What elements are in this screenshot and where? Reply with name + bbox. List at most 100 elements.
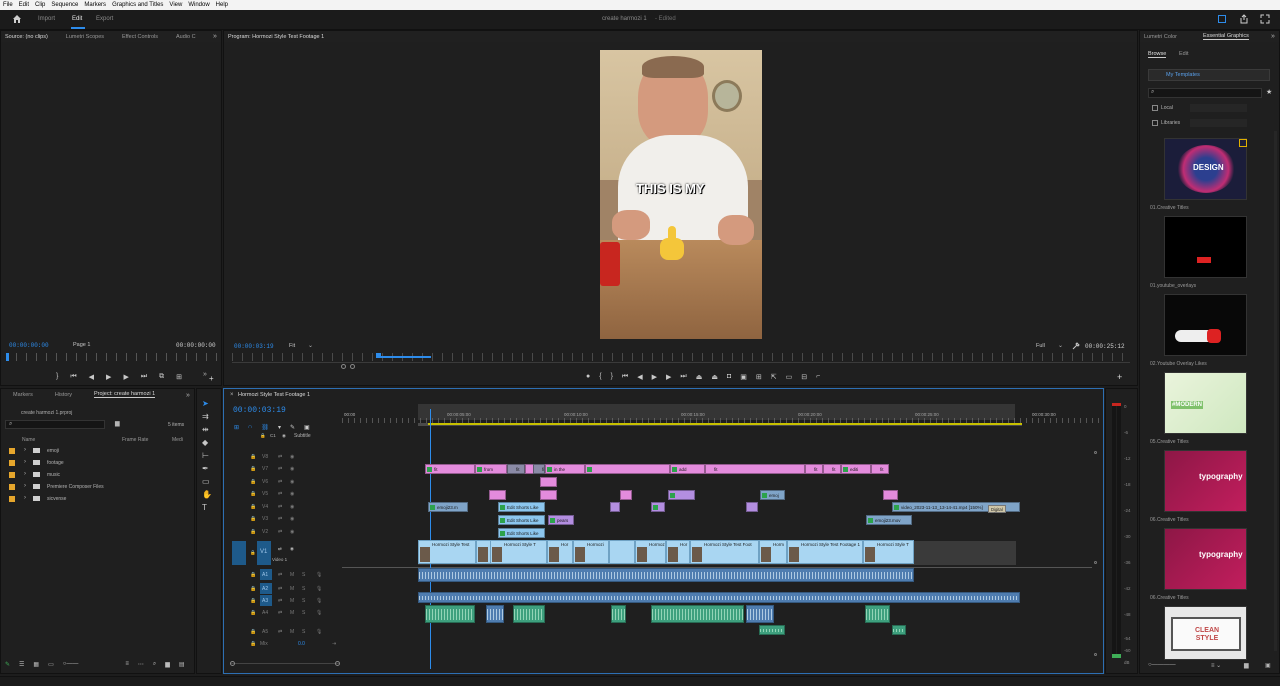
clip-a4[interactable]: [425, 605, 475, 623]
find-icon[interactable]: ⌕: [153, 661, 156, 670]
clip-v1[interactable]: Hor: [547, 540, 573, 564]
tab-program[interactable]: Program: Hormozi Style Test Footage 1: [228, 34, 324, 40]
local-select[interactable]: [1190, 104, 1247, 112]
clip-a5[interactable]: [759, 625, 785, 635]
overwrite-icon[interactable]: ⊞: [176, 373, 182, 383]
tab-essential-graphics[interactable]: Essential Graphics: [1203, 33, 1249, 40]
add-marker-icon[interactable]: ●: [586, 373, 590, 383]
track-scroll-dot[interactable]: [1094, 451, 1097, 454]
clip-v3-emoji[interactable]: emoji23.mov: [866, 515, 912, 525]
clip-text-v7[interactable]: fit: [533, 464, 545, 474]
new-bin-icon[interactable]: ▆: [165, 661, 170, 670]
menu-help[interactable]: Help: [216, 2, 228, 8]
export-frame-icon[interactable]: ⇱: [771, 373, 777, 383]
clip-v5[interactable]: [668, 490, 695, 500]
mark-out-icon[interactable]: }: [611, 373, 613, 383]
clip-v5[interactable]: [489, 490, 506, 500]
clip-v5[interactable]: [540, 490, 557, 500]
timeline-scroll-handle-right[interactable]: [335, 661, 340, 666]
play-icon[interactable]: ▶: [652, 373, 657, 383]
clip-v1[interactable]: [476, 540, 491, 564]
clip-v5[interactable]: [620, 490, 632, 500]
timeline-playhead[interactable]: [430, 409, 431, 669]
menu-markers[interactable]: Markers: [84, 2, 106, 8]
multi-camera-icon[interactable]: ⊞: [756, 373, 762, 383]
settings-wrench-icon[interactable]: ✎: [290, 424, 295, 431]
clip-v4-edit[interactable]: Edit Shorts Like: [498, 502, 545, 512]
template-card[interactable]: typography: [1164, 528, 1247, 590]
slip-tool-icon[interactable]: ⊢: [202, 451, 212, 460]
insert-icon[interactable]: ⧉: [159, 373, 164, 383]
program-timecode[interactable]: 00:00:03:19: [234, 343, 274, 350]
clip-v1[interactable]: Hormozi Style Test Foot: [690, 540, 759, 564]
clip-v4[interactable]: [610, 502, 620, 512]
tab-source[interactable]: Source: (no clips): [5, 34, 48, 40]
icon-view-icon[interactable]: ▦: [33, 661, 39, 670]
list-item[interactable]: › music: [5, 470, 190, 482]
tab-markers[interactable]: Markers: [13, 392, 33, 398]
clip-v5[interactable]: [883, 490, 898, 500]
right-panel-more-icon[interactable]: »: [1271, 33, 1275, 40]
timeline-scroll-handle-left[interactable]: [230, 661, 235, 666]
project-search-input[interactable]: ⌕: [5, 420, 105, 429]
clip-v1[interactable]: Hormozi Style Test Footage 1: [787, 540, 863, 564]
hand-tool-icon[interactable]: ✋: [202, 490, 212, 499]
fit-select[interactable]: Fit: [289, 343, 295, 349]
tab-lumetri-color[interactable]: Lumetri Color: [1144, 34, 1177, 40]
vr-icon[interactable]: ⌐: [816, 373, 820, 383]
pencil-icon[interactable]: ✎: [5, 661, 10, 670]
clip-text-v7[interactable]: from: [475, 464, 507, 474]
clip-text-v7[interactable]: fit: [705, 464, 805, 474]
captions-icon[interactable]: ▣: [304, 424, 310, 431]
sync-icon[interactable]: ⇄: [278, 546, 282, 552]
menu-window[interactable]: Window: [188, 2, 209, 8]
program-ruler[interactable]: [232, 353, 1130, 361]
timeline-hscroll[interactable]: [230, 663, 340, 664]
page-select[interactable]: Page 1: [73, 342, 90, 348]
list-item[interactable]: › sicvense: [5, 494, 190, 506]
clip-text-v7[interactable]: fit: [823, 464, 841, 474]
clip-v4[interactable]: [651, 502, 665, 512]
timeline-timecode[interactable]: 00:00:03:19: [233, 406, 286, 415]
clip-a4[interactable]: [486, 605, 504, 623]
clip-v1[interactable]: Horm: [759, 540, 787, 564]
clip-text-v7[interactable]: in the: [545, 464, 585, 474]
go-to-in-icon[interactable]: ⏮: [622, 373, 628, 383]
program-playhead[interactable]: [376, 353, 381, 358]
linked-icon[interactable]: ⛓: [261, 424, 269, 431]
clip-text-v7[interactable]: [585, 464, 670, 474]
clip-v1[interactable]: Hor: [666, 540, 690, 564]
clip-v6[interactable]: [540, 477, 557, 487]
proxy-icon[interactable]: ⊟: [801, 373, 807, 383]
libraries-select[interactable]: [1190, 119, 1247, 127]
tab-edit[interactable]: Edit: [72, 16, 82, 22]
home-icon[interactable]: [12, 14, 22, 24]
rectangle-tool-icon[interactable]: ▭: [202, 477, 212, 486]
share-icon[interactable]: [1239, 14, 1249, 24]
safe-margins-icon[interactable]: ▭: [786, 373, 793, 383]
clip-a4[interactable]: [746, 605, 774, 623]
program-add-button-icon[interactable]: +: [1117, 372, 1122, 382]
camera-icon[interactable]: ◘: [727, 373, 731, 383]
clip-v1[interactable]: Hormozi Style T: [490, 540, 547, 564]
clip-v4[interactable]: [746, 502, 758, 512]
source-more-icon[interactable]: »: [203, 371, 207, 378]
clip-a1[interactable]: [418, 568, 914, 582]
star-icon[interactable]: ★: [1266, 88, 1272, 96]
template-card[interactable]: typography: [1164, 450, 1247, 512]
tab-lumetri-scopes[interactable]: Lumetri Scopes: [66, 34, 104, 40]
lock-icon[interactable]: 🔒: [250, 550, 256, 556]
source-patch-v1[interactable]: [232, 541, 246, 565]
local-checkbox[interactable]: [1152, 105, 1158, 111]
step-forward-icon[interactable]: ▶: [666, 373, 671, 383]
clip-v4-emoji[interactable]: emoji23.m: [428, 502, 468, 512]
clip-v1[interactable]: Hormozi Style Test: [418, 540, 476, 564]
track-target-v1[interactable]: V1: [257, 541, 271, 565]
clip-a4[interactable]: [513, 605, 545, 623]
clip-v2-edit[interactable]: Edit Shorts Like: [498, 528, 545, 538]
template-card[interactable]: #MODERN: [1164, 372, 1247, 434]
clip-text-v7[interactable]: fit: [805, 464, 823, 474]
razor-tool-icon[interactable]: ◆: [202, 438, 212, 447]
clip-text-v7[interactable]: fit: [425, 464, 475, 474]
clip-a2[interactable]: [418, 592, 1020, 603]
